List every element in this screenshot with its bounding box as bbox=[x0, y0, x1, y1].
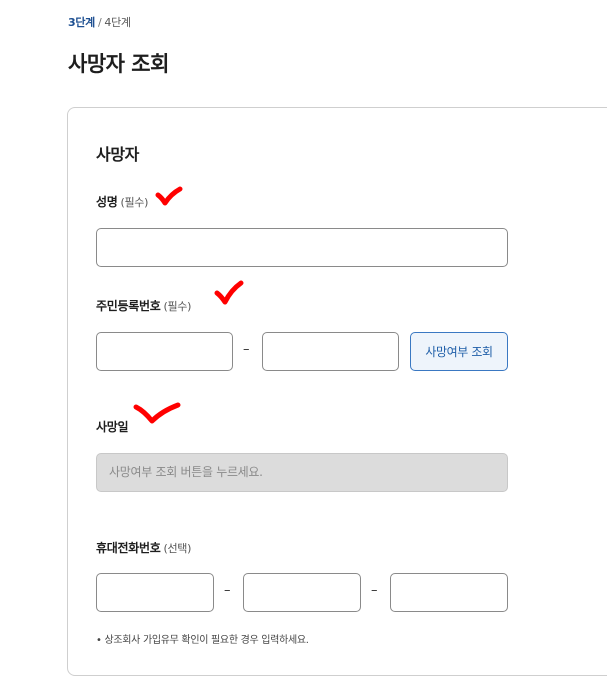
phone-dash-2: – bbox=[371, 583, 378, 598]
name-label-text: 성명 bbox=[96, 195, 118, 209]
rrn-label: 주민등록번호 (필수) bbox=[96, 297, 191, 314]
name-label: 성명 (필수) bbox=[96, 193, 148, 210]
phone-last-input[interactable] bbox=[390, 573, 508, 612]
death-date-label: 사망일 bbox=[96, 420, 129, 434]
phone-label-text: 휴대전화번호 bbox=[96, 541, 161, 555]
phone-first-input[interactable] bbox=[96, 573, 214, 612]
phone-dash-1: – bbox=[224, 583, 231, 598]
breadcrumb-next-step[interactable]: 4단계 bbox=[104, 16, 131, 29]
checkmark-annotation-icon bbox=[133, 402, 181, 424]
required-tag: (필수) bbox=[120, 196, 149, 209]
optional-tag: (선택) bbox=[163, 542, 192, 555]
checkmark-annotation-icon bbox=[155, 186, 183, 206]
death-date-field: 사망여부 조회 버튼을 누르세요. bbox=[96, 453, 508, 492]
rrn-back-input[interactable] bbox=[262, 332, 399, 371]
breadcrumb: 3단계/4단계 bbox=[68, 14, 131, 30]
required-tag: (필수) bbox=[163, 300, 192, 313]
page-title: 사망자 조회 bbox=[68, 52, 169, 76]
checkmark-annotation-icon bbox=[214, 280, 244, 305]
help-text: • 상조회사 가입유무 확인이 필요한 경우 입력하세요. bbox=[96, 635, 309, 646]
rrn-dash: – bbox=[243, 342, 250, 357]
rrn-front-input[interactable] bbox=[96, 332, 233, 371]
section-title: 사망자 bbox=[96, 145, 139, 164]
rrn-label-text: 주민등록번호 bbox=[96, 299, 161, 313]
breadcrumb-separator: / bbox=[98, 16, 102, 29]
phone-middle-input[interactable] bbox=[243, 573, 361, 612]
name-input[interactable] bbox=[96, 228, 508, 267]
phone-label: 휴대전화번호 (선택) bbox=[96, 539, 191, 556]
death-lookup-button[interactable]: 사망여부 조회 bbox=[410, 332, 508, 371]
breadcrumb-current-step: 3단계 bbox=[68, 16, 95, 29]
